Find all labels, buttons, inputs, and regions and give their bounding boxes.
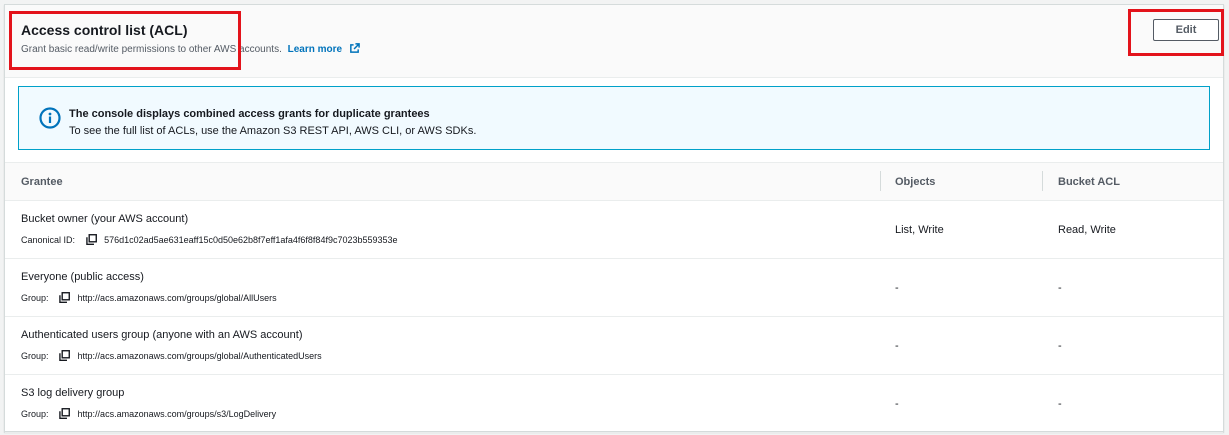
grantee-id: Group: http://acs.amazonaws.com/groups/g…: [21, 292, 277, 303]
external-link-icon: [349, 43, 360, 53]
table-row: S3 log delivery group Group: http://acs.…: [5, 374, 1223, 433]
grantee-name: Everyone (public access): [21, 271, 144, 283]
bucket-acl-permission: -: [1058, 398, 1062, 410]
acl-panel: Access control list (ACL) Grant basic re…: [4, 4, 1224, 433]
info-circle-icon: [39, 107, 61, 129]
table-header: Grantee Objects Bucket ACL: [5, 162, 1223, 201]
learn-more-link[interactable]: Learn more: [287, 43, 360, 55]
learn-more-label: Learn more: [287, 44, 343, 55]
objects-permission: -: [895, 282, 899, 294]
copy-icon[interactable]: [85, 234, 97, 245]
column-divider: [1042, 171, 1043, 191]
grantee-id-label: Group:: [21, 351, 49, 361]
description-text: Grant basic read/write permissions to ot…: [21, 44, 282, 55]
grantee-id-label: Group:: [21, 409, 49, 419]
grantee-name: S3 log delivery group: [21, 387, 125, 399]
grantee-id-label: Canonical ID:: [21, 235, 76, 245]
info-alert: The console displays combined access gra…: [18, 86, 1210, 150]
bucket-acl-permission: Read, Write: [1058, 224, 1116, 236]
bucket-acl-permission: -: [1058, 340, 1062, 352]
panel-description: Grant basic read/write permissions to ot…: [21, 43, 360, 55]
table-row: Authenticated users group (anyone with a…: [5, 316, 1223, 375]
objects-permission: -: [895, 340, 899, 352]
table-row: Bucket owner (your AWS account) Canonica…: [5, 200, 1223, 259]
grantee-name: Authenticated users group (anyone with a…: [21, 329, 303, 341]
grantee-id-value: http://acs.amazonaws.com/groups/global/A…: [77, 293, 277, 303]
objects-permission: List, Write: [895, 224, 944, 236]
table-row: Everyone (public access) Group: http://a…: [5, 258, 1223, 317]
grantee-id-value: http://acs.amazonaws.com/groups/s3/LogDe…: [77, 409, 277, 419]
grantee-id-label: Group:: [21, 293, 49, 303]
bucket-acl-permission: -: [1058, 282, 1062, 294]
objects-permission: -: [895, 398, 899, 410]
grantee-id: Group: http://acs.amazonaws.com/groups/s…: [21, 408, 276, 419]
grantee-id: Group: http://acs.amazonaws.com/groups/g…: [21, 350, 322, 361]
copy-icon[interactable]: [59, 292, 70, 303]
copy-icon[interactable]: [59, 408, 70, 419]
grantee-id-value: http://acs.amazonaws.com/groups/global/A…: [77, 351, 322, 361]
info-title: The console displays combined access gra…: [69, 108, 430, 120]
edit-button[interactable]: Edit: [1153, 19, 1219, 41]
copy-icon[interactable]: [59, 350, 70, 361]
panel-header: Access control list (ACL) Grant basic re…: [5, 5, 1223, 78]
grantee-id: Canonical ID: 576d1c02ad5ae631eaff15c0d5…: [21, 234, 398, 245]
column-divider: [880, 171, 881, 191]
column-header-grantee[interactable]: Grantee: [21, 176, 63, 188]
grantee-id-value: 576d1c02ad5ae631eaff15c0d50e62b8f7eff1af…: [104, 235, 398, 245]
column-header-bucket-acl[interactable]: Bucket ACL: [1058, 176, 1120, 188]
page-title: Access control list (ACL): [21, 22, 188, 38]
info-body: To see the full list of ACLs, use the Am…: [69, 125, 477, 137]
grantee-name: Bucket owner (your AWS account): [21, 213, 189, 225]
column-header-objects[interactable]: Objects: [895, 176, 935, 188]
